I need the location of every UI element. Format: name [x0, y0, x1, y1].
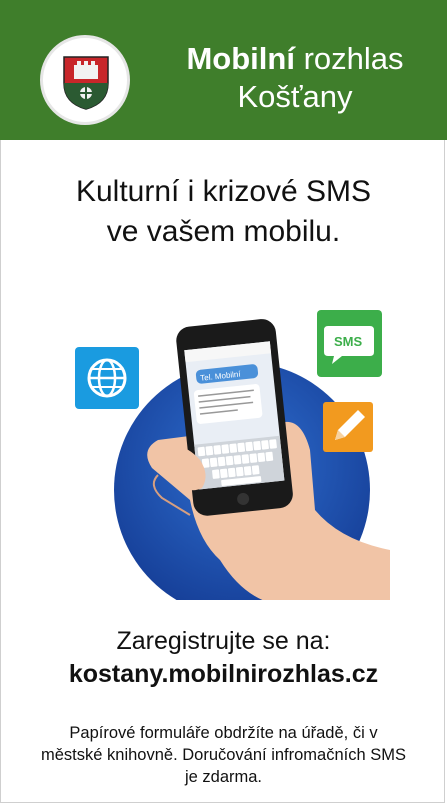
register-prompt: Zaregistrujte se na: — [116, 627, 331, 655]
title-rest: rozhlas — [294, 41, 404, 76]
pencil-icon — [323, 402, 373, 452]
town-name: Košťany — [237, 79, 353, 114]
globe-icon — [75, 347, 139, 409]
title-bold: Mobilní — [186, 41, 295, 76]
sms-badge-text: SMS — [334, 334, 363, 349]
app-title: Mobilní rozhlas Košťany — [150, 40, 440, 116]
headline-line1: Kulturní i krizové SMS — [75, 175, 372, 208]
headline-line2: ve vašem mobilu. — [106, 215, 341, 248]
coat-of-arms-logo — [40, 35, 130, 125]
header-banner: Mobilní rozhlas Košťany — [0, 0, 447, 140]
headline: Kulturní i krizové SMS ve vašem mobilu. — [0, 172, 447, 252]
registration-section: Zaregistrujte se na: kostany.mobilnirozh… — [0, 625, 447, 691]
sms-icon: SMS — [317, 310, 382, 377]
info-note: Papírové formuláře obdržíte na úřadě, či… — [41, 724, 406, 786]
phone-illustration: Tel. Mobilní SMS — [70, 300, 390, 618]
register-url: kostany.mobilnirozhlas.cz — [68, 660, 379, 688]
